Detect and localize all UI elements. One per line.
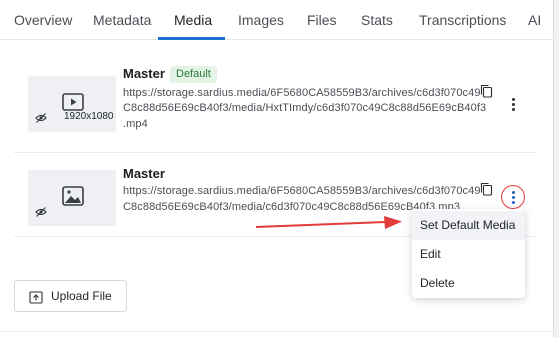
eye-off-icon[interactable] (35, 206, 47, 218)
tab-transcriptions[interactable]: Transcriptions (419, 12, 506, 28)
media-url-line: https://storage.sardius.media/6F5680CA58… (123, 185, 481, 197)
tab-bar: Overview Metadata Media Images Files Sta… (0, 0, 559, 40)
media-url-line: https://storage.sardius.media/6F5680CA58… (123, 87, 481, 99)
tab-overview[interactable]: Overview (14, 12, 72, 28)
annotation-arrow-icon (255, 216, 402, 229)
media-title: Master (123, 66, 165, 81)
tab-ai[interactable]: AI (528, 12, 541, 28)
active-tab-indicator (158, 37, 225, 40)
dot (511, 190, 515, 194)
eye-off-icon[interactable] (35, 112, 47, 124)
copy-icon[interactable] (480, 182, 493, 196)
media-url-line: .mp4 (123, 118, 148, 130)
media-url-line: C8c88d56E69cB40f3/media/c6d3f070c49C8c88… (123, 201, 461, 213)
media-url-line: C8c88d56E69cB40f3/media/HxtTImdy/c6d3f07… (123, 102, 487, 114)
divider (14, 152, 536, 153)
more-options-button[interactable] (501, 92, 525, 116)
dot (511, 102, 515, 106)
default-badge: Default (170, 66, 217, 83)
upload-icon (29, 291, 43, 304)
copy-icon[interactable] (480, 84, 493, 98)
tab-metadata[interactable]: Metadata (93, 12, 151, 28)
media-thumbnail[interactable]: 1920x1080 (28, 76, 116, 132)
divider (0, 331, 553, 332)
menu-item-edit[interactable]: Edit (412, 240, 525, 269)
resolution-label: 1920x1080 (64, 111, 114, 122)
dot (511, 97, 515, 101)
media-thumbnail[interactable] (28, 170, 116, 226)
image-icon (62, 186, 84, 206)
dot (511, 195, 515, 199)
media-title: Master (123, 166, 165, 181)
upload-file-button[interactable]: Upload File (14, 280, 127, 312)
menu-item-set-default-media[interactable]: Set Default Media (412, 211, 525, 240)
more-options-button[interactable] (501, 185, 525, 209)
tab-images[interactable]: Images (238, 12, 284, 28)
context-menu: Set Default Media Edit Delete (412, 209, 525, 298)
menu-item-delete[interactable]: Delete (412, 269, 525, 298)
scrollbar[interactable] (553, 0, 559, 338)
tab-stats[interactable]: Stats (361, 12, 393, 28)
tab-files[interactable]: Files (307, 12, 337, 28)
tab-media[interactable]: Media (174, 12, 212, 28)
upload-file-label: Upload File (51, 289, 112, 303)
dot (511, 107, 515, 111)
dot (511, 200, 515, 204)
